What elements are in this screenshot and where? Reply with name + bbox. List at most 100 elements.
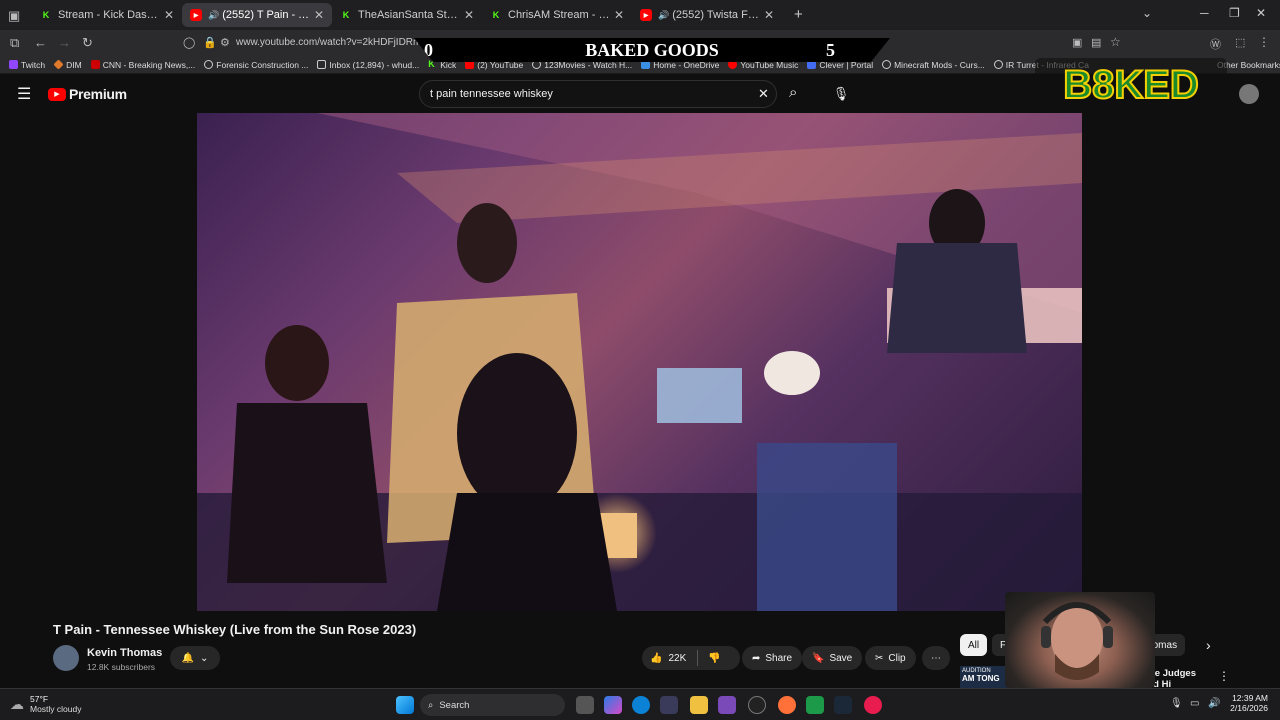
chip-all[interactable]: All — [960, 634, 988, 656]
volume-tray-icon[interactable]: 🔊 — [1208, 698, 1220, 709]
tab-title: (2552) T Pain - Tennessee W — [222, 9, 310, 21]
minimize-icon[interactable]: ─ — [1200, 6, 1209, 20]
bookmark-twitch[interactable]: Twitch — [9, 60, 45, 70]
tab-title: Stream - Kick Dashboard — [58, 9, 160, 21]
speaker-icon[interactable]: 🔊 — [658, 10, 669, 21]
tab-title: (2552) Twista Ft. Morgan W — [672, 9, 760, 21]
display-tray-icon[interactable]: ▭ — [1190, 698, 1199, 709]
search-input[interactable]: t pain tennessee whiskey — [430, 88, 553, 100]
bookmark-dim[interactable]: DIM — [53, 59, 82, 70]
steam-icon[interactable] — [834, 696, 852, 714]
bookmark-forensic[interactable]: Forensic Construction ... — [204, 60, 308, 70]
back-arrow-icon[interactable]: ← — [34, 35, 47, 50]
speaker-icon[interactable]: 🔊 — [208, 10, 219, 21]
save-button[interactable]: 🔖 Save — [802, 646, 863, 670]
tab-youtube-twista[interactable]: ▶ 🔊 (2552) Twista Ft. Morgan W ✕ — [632, 3, 782, 27]
address-bar[interactable]: www.youtube.com/watch?v=2kHDFjIDRms — [236, 37, 426, 48]
like-dislike-group: 👍 22K 👎 — [642, 646, 740, 670]
clear-search-icon[interactable]: ✕ — [758, 86, 769, 102]
chevron-down-icon: ⌄ — [200, 652, 209, 664]
collections-icon[interactable]: ⧉ — [10, 35, 19, 51]
xbox-icon[interactable] — [806, 696, 824, 714]
bookmark-icon: 🔖 — [812, 652, 825, 664]
logo-text: B8KED — [1063, 63, 1199, 107]
file-explorer-icon[interactable] — [690, 696, 708, 714]
forward-arrow-icon[interactable]: → — [58, 35, 71, 50]
webcam-overlay — [1005, 592, 1155, 688]
edge-icon[interactable] — [632, 696, 650, 714]
new-tab-button[interactable]: + — [794, 6, 803, 27]
streamer-webcam — [1041, 602, 1113, 680]
search-icon[interactable]: ⌕ — [789, 84, 797, 101]
avatar[interactable] — [1239, 84, 1259, 104]
youtube-icon: ▶ — [640, 9, 652, 21]
dislike-button[interactable]: 👎 — [698, 653, 720, 664]
site-settings-icon[interactable]: ⚙ — [220, 36, 230, 49]
chat-app-icon[interactable] — [718, 696, 736, 714]
lock-icon[interactable]: 🔒 — [203, 36, 217, 49]
profile-w-icon[interactable]: Ⓦ — [1210, 36, 1221, 52]
close-icon[interactable]: ✕ — [164, 8, 174, 22]
premium-label: Premium — [69, 86, 127, 102]
subscriber-count: 12.8K subscribers — [87, 662, 156, 672]
more-actions-button[interactable]: ⋯ — [922, 646, 950, 670]
tab-kick-dashboard[interactable]: K Stream - Kick Dashboard ✕ — [32, 3, 182, 27]
close-icon[interactable]: ✕ — [464, 8, 474, 22]
thumbs-down-icon: 👎 — [708, 652, 721, 664]
screenshot-icon[interactable]: ▣ — [1072, 36, 1082, 49]
search-box[interactable]: t pain tennessee whiskey ✕ — [419, 80, 777, 108]
microphone-icon[interactable]: 🎙 — [826, 81, 856, 107]
reader-icon[interactable]: ▤ — [1091, 36, 1101, 49]
video-player[interactable] — [197, 113, 1082, 611]
task-view-icon[interactable] — [576, 696, 594, 714]
tab-actions-icon[interactable]: ▣ — [8, 8, 20, 24]
twitch-icon — [9, 60, 18, 69]
window-close-icon[interactable]: ✕ — [1256, 6, 1266, 20]
bookmark-inbox[interactable]: Inbox (12,894) - whud... — [317, 60, 419, 70]
score-overlay: 0 BAKED GOODS 5 — [414, 38, 890, 62]
firefox-icon[interactable] — [778, 696, 796, 714]
recommended-menu-icon[interactable]: ⋮ — [1218, 669, 1230, 683]
maximize-icon[interactable]: ❐ — [1229, 6, 1240, 20]
close-icon[interactable]: ✕ — [614, 8, 624, 22]
notifications-button[interactable]: 🔔 ⌄ — [170, 646, 220, 670]
clip-button[interactable]: ✂ Clip — [865, 646, 916, 670]
cnn-icon — [90, 60, 100, 69]
globe-icon — [882, 60, 892, 69]
clip-label: Clip — [888, 652, 906, 664]
globe-icon — [993, 60, 1003, 69]
store-icon[interactable] — [660, 696, 678, 714]
youtube-icon: ▶ — [190, 9, 202, 21]
media-player-icon[interactable] — [864, 696, 882, 714]
like-button[interactable]: 👍 22K — [642, 653, 697, 664]
favorite-star-icon[interactable]: ☆ — [1110, 35, 1121, 49]
tab-asiansanta[interactable]: K TheAsianSanta Stream - Watch ✕ — [332, 3, 482, 27]
bookmark-cnn[interactable]: CNN - Breaking News,... — [90, 60, 195, 70]
tab-list-chevron-icon[interactable]: ⌄ — [1142, 6, 1152, 20]
shield-icon[interactable]: ◯ — [183, 36, 195, 49]
kick-icon: K — [42, 10, 50, 20]
refresh-icon[interactable]: ↻ — [82, 35, 93, 51]
tab-youtube-tpain[interactable]: ▶ 🔊 (2552) T Pain - Tennessee W ✕ — [182, 3, 332, 27]
hamburger-menu-icon[interactable]: ☰ — [17, 84, 31, 104]
bookmark-minecraft-mods[interactable]: Minecraft Mods - Curs... — [882, 60, 985, 70]
copilot-icon[interactable] — [604, 696, 622, 714]
weather-widget[interactable]: ☁ 57°F Mostly cloudy — [10, 694, 82, 714]
channel-name[interactable]: Kevin Thomas — [87, 647, 162, 659]
clock[interactable]: 12:39 AM 2/16/2026 — [1226, 693, 1268, 713]
extensions-icon[interactable]: ⬚ — [1235, 36, 1245, 49]
youtube-logo[interactable]: ▶ Premium — [48, 86, 127, 102]
close-icon[interactable]: ✕ — [314, 8, 324, 22]
settings-gear-icon[interactable] — [748, 696, 766, 714]
windows-start-icon[interactable] — [396, 696, 414, 714]
weather-temp: 57°F — [30, 694, 49, 704]
channel-avatar[interactable] — [53, 645, 79, 671]
taskbar-search[interactable]: ⌕ Search — [420, 694, 565, 716]
tab-chrisam[interactable]: K ChrisAM Stream - Watch Live o ✕ — [482, 3, 632, 27]
microphone-tray-icon[interactable]: 🎙 — [1170, 698, 1183, 709]
share-button[interactable]: ➦ Share — [742, 646, 803, 670]
close-icon[interactable]: ✕ — [764, 8, 774, 22]
menu-dots-icon[interactable]: ⋮ — [1258, 35, 1270, 49]
weather-desc: Mostly cloudy — [30, 704, 82, 714]
chevron-right-icon[interactable]: › — [1206, 637, 1211, 653]
